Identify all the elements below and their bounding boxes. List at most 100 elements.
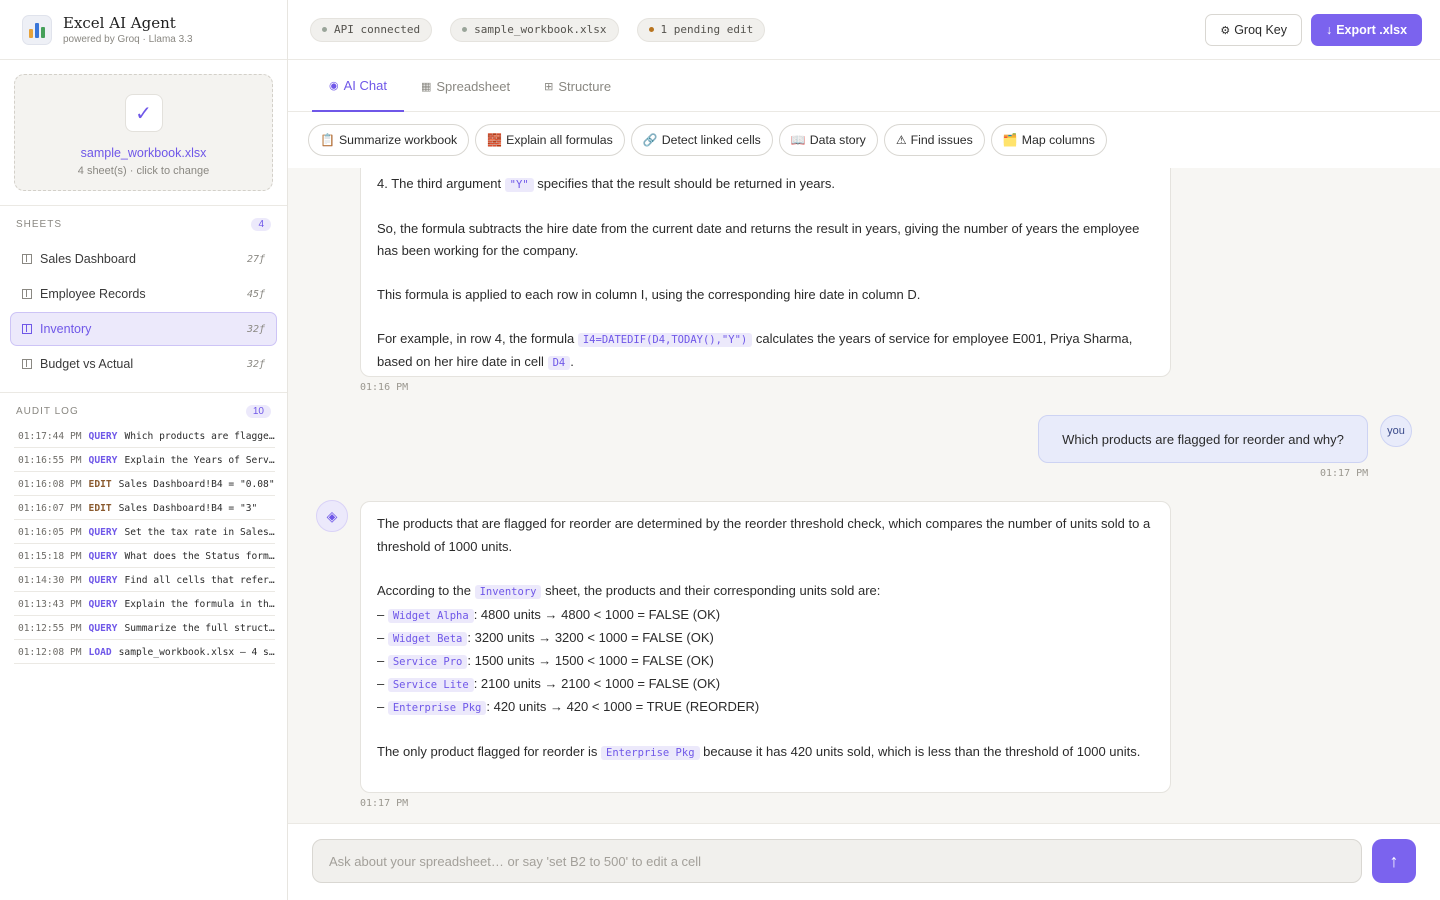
grid-icon	[22, 359, 32, 369]
inline-code: Enterprise Pkg	[601, 745, 700, 760]
ai-avatar-icon: ◈	[316, 500, 348, 532]
audit-log-heading: AUDIT LOG	[16, 406, 79, 417]
map-columns-button[interactable]: 🗂️ Map columns	[990, 124, 1107, 156]
sheet-item-employee-records[interactable]: Employee Records 45ƒ	[10, 277, 277, 311]
audit-time: 01:16:05 PM	[18, 526, 82, 538]
audit-kind: EDIT	[88, 478, 112, 490]
audit-kind: QUERY	[88, 454, 118, 466]
sheet-item-inventory[interactable]: Inventory 32ƒ	[10, 312, 277, 346]
list-item: – Service Pro: 1500 units → 1500 < 1000 …	[377, 652, 714, 669]
audit-row[interactable]: 01:14:30 PM QUERY Find all cells that refe…	[14, 569, 275, 592]
export-xlsx-button[interactable]: ↓ Export .xlsx	[1311, 14, 1422, 46]
file-upload-card[interactable]: ✓ sample_workbook.xlsx 4 sheet(s) · clic…	[14, 74, 273, 191]
inline-code: Widget Beta	[387, 631, 468, 646]
app-subtitle: powered by Groq · Llama 3.3	[63, 34, 193, 45]
brand-header: Excel AI Agent powered by Groq · Llama 3…	[0, 0, 287, 60]
audit-time: 01:16:07 PM	[18, 502, 82, 514]
send-button[interactable]: ↑	[1372, 839, 1416, 883]
audit-row[interactable]: 01:13:43 PM QUERY Explain the formula in t…	[14, 593, 275, 616]
audit-time: 01:15:18 PM	[18, 550, 82, 562]
audit-kind: QUERY	[88, 574, 118, 586]
formula-count: 32ƒ	[246, 323, 265, 335]
message-paragraph: According to the Inventory sheet, the pr…	[377, 583, 881, 599]
chat-input[interactable]	[312, 839, 1362, 883]
divider	[0, 392, 287, 393]
sheet-label: Sales Dashboard	[40, 252, 136, 266]
user-message-text: Which products are flagged for reorder a…	[1062, 431, 1344, 447]
audit-row[interactable]: 01:16:55 PM QUERY Explain the Years of Ser…	[14, 449, 275, 472]
product-list: – Widget Alpha: 4800 units → 4800 < 1000…	[377, 604, 1154, 719]
ai-message: 4. The third argument "Y" specifies that…	[360, 168, 1171, 377]
chat-radio-icon: ◉	[329, 79, 339, 92]
tab-ai-chat[interactable]: ◉ AI Chat	[312, 60, 404, 112]
data-story-button[interactable]: 📖 Data story	[778, 124, 878, 156]
arrow-up-icon: ↑	[1389, 850, 1399, 871]
message-paragraph: 4. The third argument "Y" specifies that…	[377, 176, 835, 192]
explain-formulas-button[interactable]: 🧱 Explain all formulas	[475, 124, 625, 156]
pending-edit-pill[interactable]: 1 pending edit	[636, 17, 766, 42]
audit-row[interactable]: 01:12:55 PM QUERY Summarize the full struc…	[14, 617, 275, 640]
quick-actions: 📋 Summarize workbook 🧱 Explain all formula…	[308, 124, 1107, 156]
audit-row[interactable]: 01:16:07 PM EDIT Sales Dashboard!B4 = "3"	[14, 497, 275, 520]
chip-label: Data story	[809, 133, 866, 147]
sheet-item-budget-vs-actual[interactable]: Budget vs Actual 32ƒ	[10, 347, 277, 381]
sidebar: Excel AI Agent powered by Groq · Llama 3…	[0, 0, 288, 900]
audit-row[interactable]: 01:12:08 PM LOAD sample_workbook.xlsx — 4 …	[14, 641, 275, 664]
folder-icon: 🗂️	[1002, 133, 1018, 147]
tab-structure[interactable]: ⊞ Structure	[527, 60, 628, 112]
checkmark-icon: ✓	[124, 94, 163, 132]
audit-kind: LOAD	[88, 646, 112, 658]
chip-label: Detect linked cells	[661, 133, 761, 147]
groq-key-button[interactable]: ⚙ Groq Key	[1205, 14, 1302, 46]
message-paragraph: The products that are flagged for reorde…	[377, 516, 1151, 554]
formula-count: 32ƒ	[246, 358, 265, 370]
status-dot-icon	[322, 27, 327, 32]
audit-desc: Explain the Years of Service formula	[124, 454, 275, 466]
formula-count: 27ƒ	[246, 253, 265, 265]
gear-icon: ⚙	[1220, 24, 1231, 37]
list-item: – Widget Beta: 3200 units → 3200 < 1000 …	[377, 629, 714, 646]
detect-linked-cells-button[interactable]: 🔗 Detect linked cells	[630, 124, 773, 156]
inline-code: Enterprise Pkg	[387, 700, 487, 715]
audit-count-badge: 10	[245, 405, 271, 418]
audit-desc: sample_workbook.xlsx — 4 sheets	[118, 646, 275, 658]
composer: ↑	[288, 823, 1440, 900]
audit-time: 01:14:30 PM	[18, 574, 82, 586]
audit-kind: EDIT	[88, 502, 112, 514]
message-paragraph: For example, in row 4, the formula I4=DA…	[377, 331, 1133, 370]
audit-row[interactable]: 01:16:08 PM EDIT Sales Dashboard!B4 = "0.0…	[14, 473, 275, 496]
tab-label: Structure	[558, 78, 612, 94]
message-paragraph: So, the formula subtracts the hire date …	[377, 221, 1140, 258]
audit-desc: What does the Status formula do?	[124, 550, 275, 562]
sheets-heading: SHEETS	[16, 219, 63, 230]
sheets-count-badge: 4	[251, 218, 271, 231]
app-title: Excel AI Agent	[63, 14, 176, 32]
status-dot-icon	[462, 27, 468, 32]
audit-kind: QUERY	[88, 598, 118, 610]
tab-spreadsheet[interactable]: ▦ Spreadsheet	[404, 60, 527, 112]
chip-label: Explain all formulas	[506, 133, 613, 147]
summarize-workbook-button[interactable]: 📋 Summarize workbook	[308, 124, 470, 156]
message-timestamp: 01:17 PM	[1320, 468, 1369, 479]
grid-icon	[22, 254, 32, 264]
find-issues-button[interactable]: ⚠ Find issues	[883, 124, 985, 156]
sheet-item-sales-dashboard[interactable]: Sales Dashboard 27ƒ	[10, 242, 277, 276]
tab-label: Spreadsheet	[436, 78, 511, 94]
bar-chart-logo-icon	[22, 14, 52, 45]
message-paragraph: This formula is applied to each row in c…	[377, 287, 921, 302]
audit-time: 01:16:55 PM	[18, 454, 82, 466]
audit-row[interactable]: 01:15:18 PM QUERY What does the Status for…	[14, 545, 275, 568]
inline-code: D4	[547, 356, 571, 370]
top-bar: API connected sample_workbook.xlsx 1 pen…	[288, 0, 1440, 60]
export-label: Export .xlsx	[1336, 23, 1408, 37]
status-dot-icon	[648, 27, 654, 32]
audit-row[interactable]: 01:16:05 PM QUERY Set the tax rate in Sale…	[14, 521, 275, 544]
sheet-label: Inventory	[40, 322, 92, 336]
audit-row[interactable]: 01:17:44 PM QUERY Which products are flagg…	[14, 425, 275, 448]
download-arrow-icon: ↓	[1325, 23, 1333, 37]
warning-icon: ⚠	[895, 133, 907, 147]
ai-message: The products that are flagged for reorde…	[360, 501, 1171, 793]
chat-thread[interactable]: 4. The third argument "Y" specifies that…	[288, 168, 1440, 823]
book-icon: 📖	[790, 133, 806, 147]
message-timestamp: 01:17 PM	[360, 798, 409, 809]
